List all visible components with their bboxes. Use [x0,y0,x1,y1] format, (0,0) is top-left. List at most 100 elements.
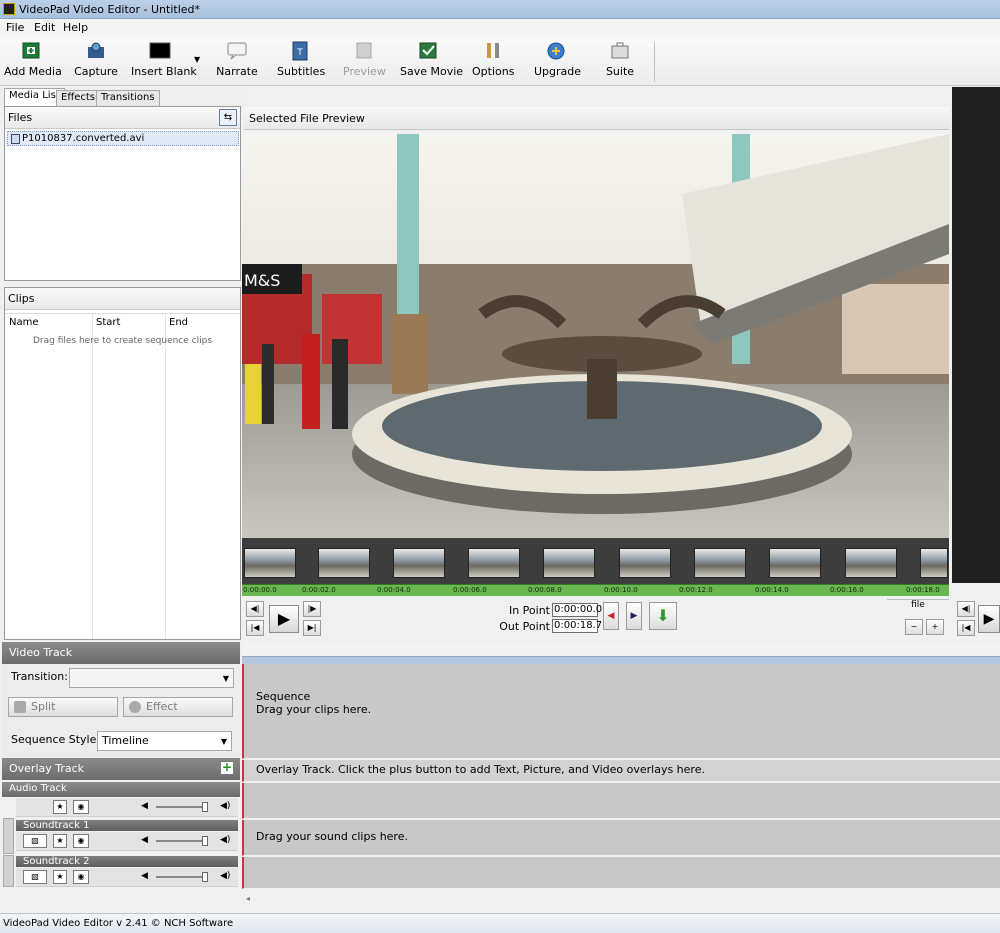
mark-in-button[interactable]: ◀ [603,602,619,630]
split-button[interactable]: Split [8,697,118,717]
suite-button[interactable]: Suite [603,41,637,83]
sequence-preview-dark [952,87,1000,583]
audio-sequence-area[interactable] [242,783,1000,819]
files-title: Files [8,111,33,124]
add-media-button[interactable]: Add Media [4,41,62,83]
overlay-sequence-area[interactable]: Overlay Track. Click the plus button to … [242,760,1000,782]
soundtrack-2-scroll[interactable] [3,855,14,887]
video-sequence-area[interactable]: Sequence Drag your clips here. [242,664,1000,759]
split-label: Split [31,700,56,713]
sequence-style-select[interactable]: Timeline ▼ [97,731,232,751]
soundtrack-1-area[interactable]: Drag your sound clips here. [242,820,1000,856]
tab-transitions[interactable]: Transitions [96,90,160,107]
preview-ruler[interactable]: 0:00:00.0 0:00:02.0 0:00:04.0 0:00:06.0 … [242,584,949,596]
zoom-out-icon[interactable]: − [905,619,923,635]
capture-button[interactable]: Capture [73,41,119,83]
go-start-icon[interactable]: |◀ [246,620,264,636]
column-name[interactable]: Name [9,317,39,328]
soundtrack-1-scroll[interactable] [3,818,14,854]
effects-star-icon[interactable]: ★ [53,834,67,848]
volume-slider[interactable] [156,836,208,846]
speaker-icon[interactable]: ◉ [73,870,89,884]
menu-help[interactable]: Help [63,21,88,34]
toolbar: Add Media Capture Insert Blank ▼ Narrate… [0,37,1000,86]
transition-select[interactable]: ▼ [69,668,234,688]
effects-star-icon[interactable]: ★ [53,800,67,814]
out-point-field[interactable]: 0:00:18.7 [552,619,602,633]
timeline-scrollbar[interactable]: ◂ [242,889,1000,913]
column-end[interactable]: End [169,317,188,328]
preview-button[interactable]: Preview [343,41,386,83]
volume-knob[interactable] [202,802,208,812]
files-header: Files ⇆ [5,107,240,129]
insert-blank-button[interactable]: Insert Blank [131,41,197,83]
next-frame-icon[interactable]: |▶ [303,601,321,617]
file-name: P1010837.converted.avi [22,133,145,144]
suite-icon [611,42,629,59]
ruler-tick: 0:00:12.0 [679,586,713,594]
menu-file[interactable]: File [6,21,24,34]
effects-star-icon[interactable]: ★ [53,870,67,884]
subtitles-icon: T [292,41,308,61]
ruler-tick: 0:00:08.0 [528,586,562,594]
options-button[interactable]: Options [472,41,514,83]
soundtrack-1-controls: ▧ ★ ◉ ◀ ◀) [16,832,238,851]
overlay-track-title: Overlay Track [9,762,85,775]
zoom-in-icon[interactable]: + [926,619,944,635]
sequence-title: Sequence [256,690,311,703]
video-preview[interactable]: M&S [242,134,949,538]
clips-pane: Clips Name Start End Drag files here to … [4,287,241,640]
in-point-field[interactable]: 0:00:00.0 [552,603,602,617]
filmstrip-thumbnail [619,548,671,578]
play-button[interactable]: ▶ [269,605,299,633]
narrate-button[interactable]: Narrate [216,41,258,83]
effect-button[interactable]: Effect [123,697,233,717]
ruler-tick: 0:00:02.0 [302,586,336,594]
volume-knob[interactable] [202,872,208,882]
seq-go-start-icon[interactable]: |◀ [957,620,975,636]
files-options-icon[interactable]: ⇆ [219,109,237,126]
mute-track-icon[interactable]: ▧ [23,870,47,884]
chevron-down-icon: ▼ [220,737,227,746]
add-to-sequence-button[interactable]: ⬇ [649,602,677,630]
overlay-track-header: Overlay Track + [2,758,240,780]
upgrade-button[interactable]: Upgrade [534,41,581,83]
clips-empty-hint: Drag files here to create sequence clips [32,336,213,346]
list-item[interactable]: P1010837.converted.avi [7,131,239,146]
volume-low-icon: ◀ [141,835,148,845]
soundtrack-2-area[interactable] [242,857,1000,889]
speaker-icon[interactable]: ◉ [73,834,89,848]
add-overlay-plus-icon[interactable]: + [220,761,234,775]
column-divider [165,314,166,639]
ruler-tick: 0:00:04.0 [377,586,411,594]
menu-edit[interactable]: Edit [34,21,55,34]
volume-knob[interactable] [202,836,208,846]
column-start[interactable]: Start [96,317,120,328]
filmstrip[interactable] [242,538,949,584]
play-icon: ▶ [277,609,291,628]
narrate-icon [227,42,247,60]
scroll-left-icon[interactable]: ◂ [246,894,250,903]
sequence-toolbar [242,642,1000,656]
capture-icon [88,42,104,58]
filmstrip-thumbnail [694,548,746,578]
volume-slider[interactable] [156,872,208,882]
seq-play-button[interactable]: ▶ [978,605,1000,633]
soundtrack-1-header: Soundtrack 1 [16,820,238,831]
add-media-icon [22,42,40,59]
save-movie-button[interactable]: Save Movie [400,41,463,83]
mute-track-icon[interactable]: ▧ [23,834,47,848]
subtitles-button[interactable]: T Subtitles [277,41,325,83]
seq-prev-frame-icon[interactable]: ◀| [957,601,975,617]
transition-label: Transition: [11,670,68,683]
insert-blank-dropdown-icon[interactable]: ▼ [194,55,200,64]
save-movie-icon [419,42,437,59]
speaker-icon[interactable]: ◉ [73,800,89,814]
volume-slider[interactable] [156,802,208,812]
file-tab[interactable]: file [887,599,949,613]
sequence-timeline-bar[interactable] [242,656,1000,664]
prev-frame-icon[interactable]: ◀| [246,601,264,617]
mark-out-button[interactable]: ▶ [626,602,642,630]
tab-effects[interactable]: Effects [56,90,100,107]
go-end-icon[interactable]: ▶| [303,620,321,636]
